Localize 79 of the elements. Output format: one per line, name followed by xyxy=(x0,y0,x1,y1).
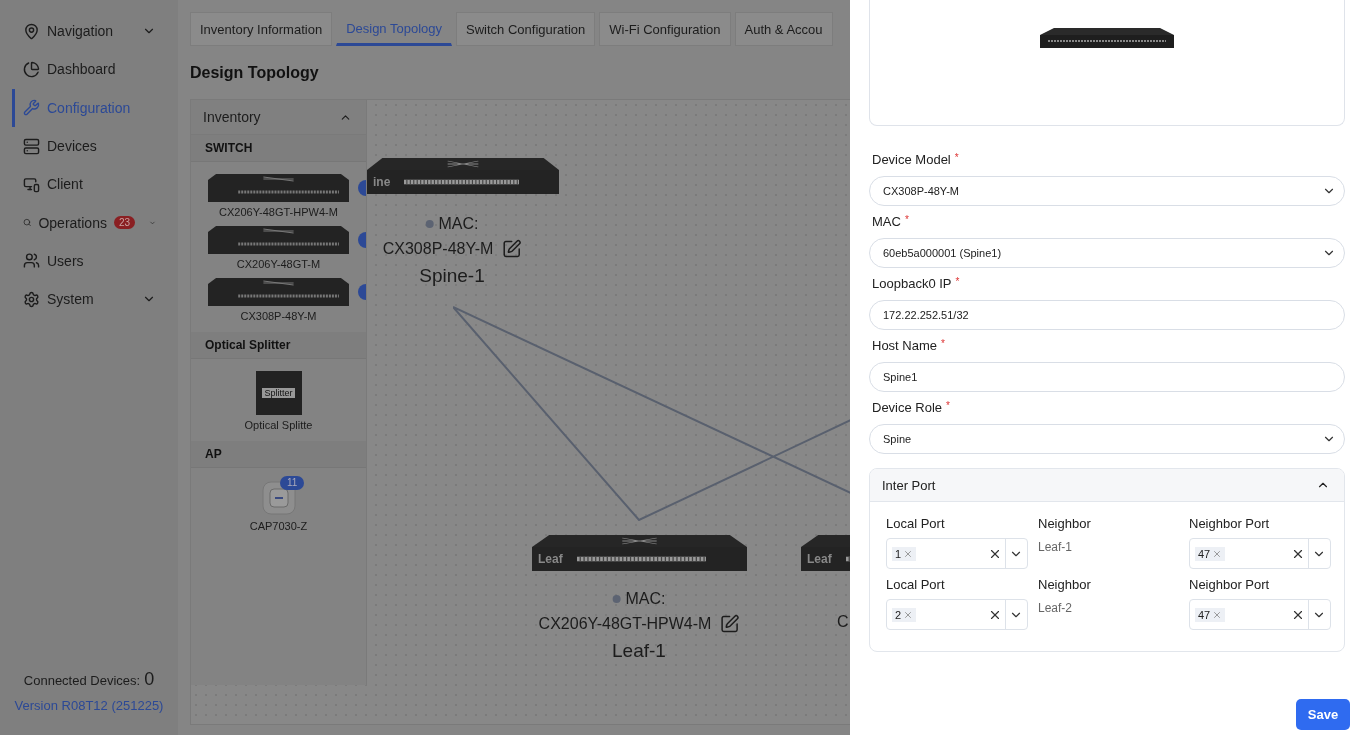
connected-devices-count: 0 xyxy=(144,669,155,690)
field-label: Loopback0 IP xyxy=(872,276,952,292)
item-name: CX206Y-48GT-M xyxy=(236,258,321,270)
sidebar-item[interactable]: Navigation xyxy=(12,12,178,51)
sidebar-item[interactable]: Client xyxy=(12,165,178,204)
field-label: Local Port xyxy=(886,516,946,532)
mac-label: MAC: xyxy=(438,215,479,233)
device-model: CX308P-48Y-M xyxy=(382,240,494,258)
access-point-icon xyxy=(260,480,297,516)
inventory-item[interactable]: CX206Y-48GT-HPW4-M xyxy=(191,174,366,218)
required-mark: * xyxy=(904,214,909,227)
field-label: Neighbor Port xyxy=(1189,516,1271,532)
count-badge: 23 xyxy=(113,216,136,230)
map-pin-icon xyxy=(23,22,40,40)
required-mark: * xyxy=(946,400,950,413)
switch-role-label: ine xyxy=(373,175,391,189)
tab[interactable]: Auth & Accou xyxy=(734,12,833,46)
item-name: CX308P-48Y-M xyxy=(240,310,317,322)
sidebar-item[interactable]: Devices xyxy=(12,126,178,166)
accordion-header[interactable]: Inter Port xyxy=(870,469,1344,502)
field-label: Neighbor xyxy=(1038,516,1092,532)
input-field[interactable]: Spine1 xyxy=(869,362,1345,392)
inventory-item[interactable]: CX206Y-48GT-M xyxy=(191,226,366,270)
multi-select-field[interactable]: 47 xyxy=(1189,538,1331,569)
port-value: 2 xyxy=(895,608,902,621)
device-model: CX206Y-48GT-HPW4-M xyxy=(538,615,712,633)
server-icon xyxy=(23,137,40,155)
field-label: Device Model xyxy=(872,152,951,168)
tab[interactable]: Inventory Information xyxy=(190,12,333,46)
sidebar-item[interactable]: Users xyxy=(12,241,178,281)
neighbor-value: Leaf-1 xyxy=(1038,540,1074,554)
required-mark: * xyxy=(955,276,960,289)
multi-select-field[interactable]: 1 xyxy=(886,538,1028,569)
device-name: Spine-1 xyxy=(419,265,485,287)
edit-icon[interactable] xyxy=(719,614,740,634)
settings-icon xyxy=(23,290,40,308)
item-name: CAP7030-Z xyxy=(249,520,308,532)
sidebar-item[interactable]: Dashboard xyxy=(12,50,178,89)
save-button[interactable]: Save xyxy=(1296,699,1350,730)
mac-label: MAC: xyxy=(625,590,666,608)
group-header: AP xyxy=(191,441,366,468)
group-header: Optical Splitter xyxy=(191,332,366,359)
item-name: Optical Splitte xyxy=(244,419,313,431)
field-label: Local Port xyxy=(886,577,946,593)
sidebar-item[interactable]: Operations 23 xyxy=(12,203,178,242)
wrench-icon xyxy=(23,99,40,117)
inventory-item[interactable]: CX308P-48Y-M xyxy=(191,278,366,322)
group-header: SWITCH xyxy=(191,135,366,162)
multi-select-field[interactable]: 47 xyxy=(1189,599,1331,630)
item-name: CX206Y-48GT-HPW4-M xyxy=(219,206,338,218)
inventory-item[interactable]: Splitter Optical Splitte xyxy=(191,371,366,431)
field-label: Device Role xyxy=(872,400,943,416)
sidebar-item[interactable]: System xyxy=(12,280,178,319)
switch-role-label: Leaf xyxy=(538,552,563,566)
edit-icon[interactable] xyxy=(501,239,522,259)
devices-icon xyxy=(23,175,40,193)
port-value: 47 xyxy=(1198,547,1211,560)
field-label: MAC xyxy=(872,214,901,230)
switch-role-label: Leaf xyxy=(807,552,832,566)
field-label: Host Name xyxy=(872,338,938,354)
users-icon xyxy=(23,252,40,270)
required-mark: * xyxy=(941,338,945,351)
port-value: 1 xyxy=(895,547,902,560)
pie-chart-icon xyxy=(23,60,40,78)
page-title: Design Topology xyxy=(190,64,320,83)
count-badge: 11 xyxy=(280,476,305,490)
tab[interactable]: Wi-Fi Configuration xyxy=(599,12,731,46)
tab[interactable]: Switch Configuration xyxy=(456,12,596,46)
field-label: Neighbor xyxy=(1038,577,1092,593)
port-value: 47 xyxy=(1198,608,1211,621)
neighbor-value: Leaf-2 xyxy=(1038,601,1074,615)
device-name: Leaf-1 xyxy=(612,640,666,662)
input-field[interactable]: 172.22.252.51/32 xyxy=(869,300,1345,330)
required-mark: * xyxy=(954,152,959,165)
multi-select-field[interactable]: 2 xyxy=(886,599,1028,630)
field-label: Neighbor Port xyxy=(1189,577,1271,593)
splitter-icon: Splitter xyxy=(255,371,302,415)
connected-devices-label: Connected Devices: xyxy=(23,673,141,688)
device-model: C xyxy=(837,613,849,631)
